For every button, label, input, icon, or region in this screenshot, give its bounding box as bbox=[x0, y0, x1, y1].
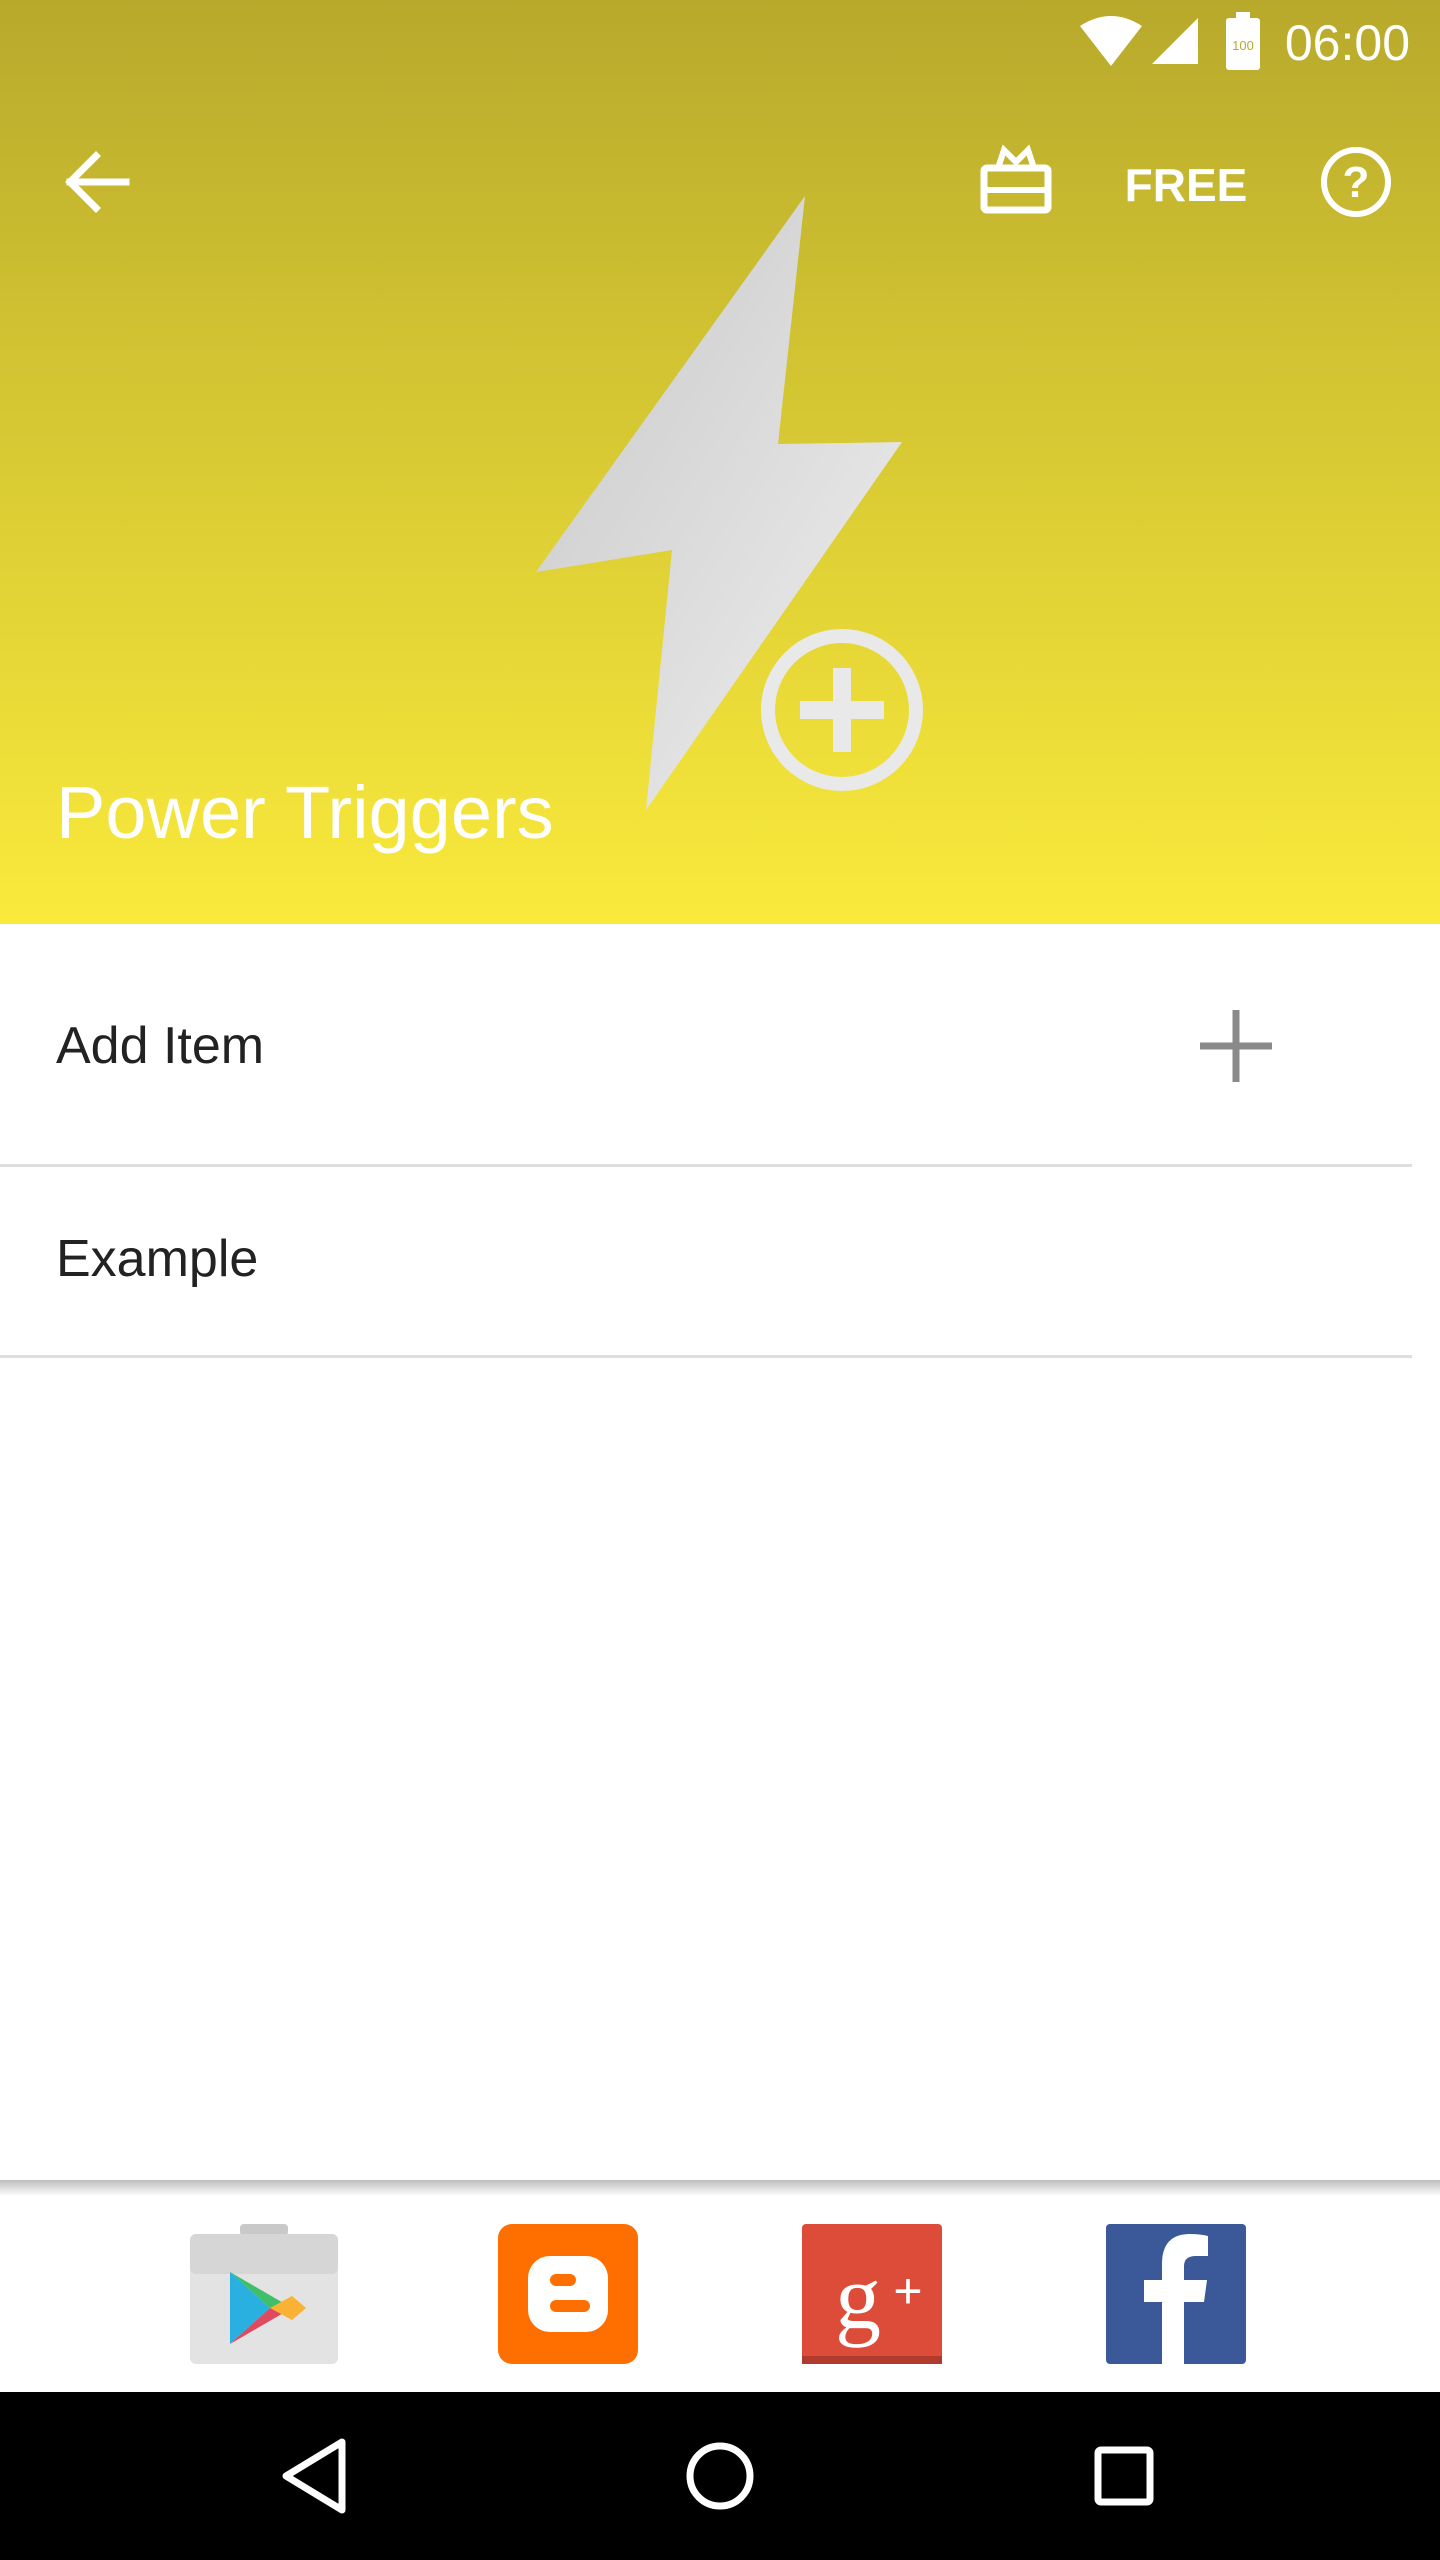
status-bar: 100 06:00 bbox=[0, 0, 1440, 84]
free-button[interactable]: FREE bbox=[1116, 150, 1256, 220]
gift-icon[interactable] bbox=[978, 144, 1054, 216]
svg-text:+: + bbox=[893, 2263, 922, 2319]
facebook-icon[interactable] bbox=[1106, 2224, 1246, 2364]
social-bar: g + bbox=[0, 2196, 1440, 2392]
svg-text:?: ? bbox=[1343, 158, 1370, 207]
system-nav-bar bbox=[0, 2392, 1440, 2560]
google-play-icon[interactable] bbox=[188, 2222, 340, 2366]
footer-divider bbox=[0, 2180, 1440, 2196]
back-triangle-icon[interactable] bbox=[266, 2426, 366, 2526]
battery-level-text: 100 bbox=[1232, 38, 1254, 53]
signal-icon bbox=[1152, 18, 1198, 64]
home-circle-icon[interactable] bbox=[670, 2426, 770, 2526]
recents-square-icon[interactable] bbox=[1074, 2426, 1174, 2526]
blogger-icon[interactable] bbox=[498, 2224, 638, 2364]
lightning-bolt-plus-icon bbox=[536, 196, 923, 810]
example-label: Example bbox=[56, 1230, 259, 1288]
wifi-icon bbox=[1080, 16, 1142, 66]
add-item-label: Add Item bbox=[56, 1017, 265, 1075]
app-header: 100 06:00 FREE ? Power Triggers bbox=[0, 0, 1440, 924]
add-item-row[interactable]: Add Item bbox=[0, 924, 1412, 1167]
google-plus-icon[interactable]: g + bbox=[802, 2224, 942, 2364]
page-title: Power Triggers bbox=[56, 771, 554, 854]
status-time: 06:00 bbox=[1284, 15, 1410, 71]
example-row[interactable]: Example bbox=[0, 1167, 1412, 1358]
svg-text:g: g bbox=[835, 2246, 881, 2348]
help-circle-icon[interactable]: ? bbox=[1318, 144, 1394, 220]
plus-icon[interactable] bbox=[1196, 1006, 1276, 1086]
battery-icon: 100 bbox=[1226, 12, 1260, 70]
arrow-left-icon[interactable] bbox=[56, 146, 136, 218]
